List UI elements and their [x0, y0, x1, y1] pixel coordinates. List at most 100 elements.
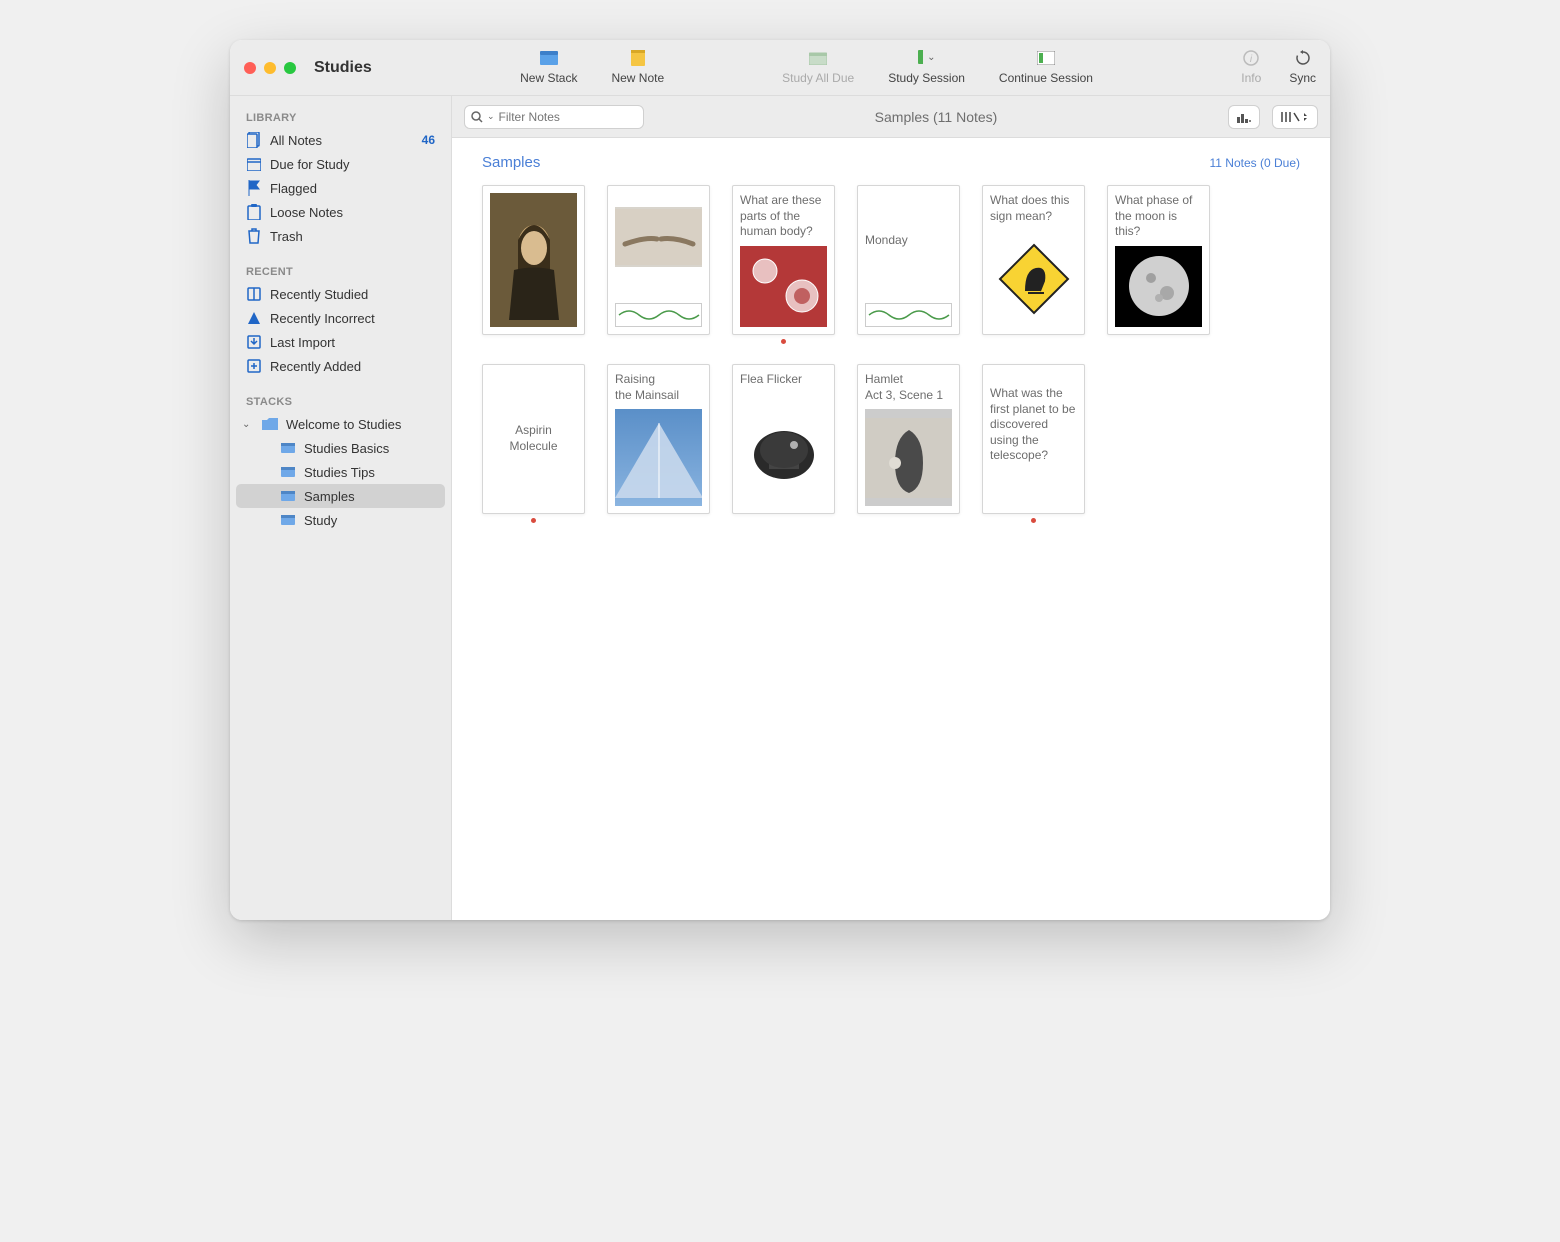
breadcrumb-title: Samples (11 Notes)	[656, 109, 1216, 125]
main-header: ⌄ Samples (11 Notes)	[452, 96, 1330, 138]
zoom-button[interactable]	[284, 62, 296, 74]
info-label: Info	[1241, 71, 1261, 85]
study-session-button[interactable]: ⌄ Study Session	[888, 50, 965, 85]
calendar-icon	[246, 156, 262, 172]
sidebar-item-studies-tips[interactable]: Studies Tips	[236, 460, 445, 484]
sidebar-item-flagged[interactable]: Flagged	[236, 176, 445, 200]
note-card-mona-lisa[interactable]	[482, 185, 585, 335]
chevron-down-icon[interactable]: ⌄	[242, 419, 250, 430]
window-controls	[244, 62, 296, 74]
card-image-2	[615, 303, 702, 327]
chevron-down-icon: ⌄	[487, 111, 495, 122]
sidebar-item-samples[interactable]: Samples	[236, 484, 445, 508]
study-all-due-button[interactable]: Study All Due	[782, 50, 854, 85]
card-image	[990, 230, 1077, 327]
flag-indicator	[1031, 518, 1036, 523]
card-text: What phase of the moon is this?	[1115, 193, 1202, 240]
card-text: What are these parts of the human body?	[740, 193, 827, 240]
warning-icon	[246, 310, 262, 326]
sidebar-item-recently-incorrect[interactable]: Recently Incorrect	[236, 306, 445, 330]
calendar-icon	[809, 50, 827, 66]
view-mode-button[interactable]	[1272, 105, 1318, 129]
minimize-button[interactable]	[264, 62, 276, 74]
sidebar-item-recently-studied[interactable]: Recently Studied	[236, 282, 445, 306]
flag-indicator	[531, 518, 536, 523]
note-card-body-parts[interactable]: What are these parts of the human body?	[732, 185, 835, 335]
new-note-label: New Note	[611, 71, 664, 85]
note-card-mainsail[interactable]: Raising the Mainsail	[607, 364, 710, 514]
sidebar-item-label: Recently Studied	[270, 287, 368, 302]
study-session-label: Study Session	[888, 71, 965, 85]
sidebar-item-loose-notes[interactable]: Loose Notes	[236, 200, 445, 224]
note-card-flea-flicker[interactable]: Flea Flicker	[732, 364, 835, 514]
card-text: Hamlet Act 3, Scene 1	[865, 372, 952, 403]
note-card-creation[interactable]	[607, 185, 710, 335]
sidebar-item-studies-basics[interactable]: Studies Basics	[236, 436, 445, 460]
sidebar-item-study[interactable]: Study	[236, 508, 445, 532]
sidebar-item-label: Last Import	[270, 335, 335, 350]
sidebar: LIBRARY All Notes 46 Due for Study Flagg…	[230, 96, 452, 920]
sidebar-item-label: Flagged	[270, 181, 317, 196]
sidebar-item-label: Due for Study	[270, 157, 350, 172]
sidebar-item-recently-added[interactable]: Recently Added	[236, 354, 445, 378]
filter-search[interactable]: ⌄	[464, 105, 644, 129]
toolbar-center: New Stack New Note Study All Due ⌄	[382, 50, 1232, 85]
notes-icon	[246, 132, 262, 148]
sidebar-item-trash[interactable]: Trash	[236, 224, 445, 248]
card-image	[740, 246, 827, 327]
new-stack-button[interactable]: New Stack	[520, 50, 577, 85]
stack-icon	[540, 50, 558, 66]
stack-header: Samples 11 Notes (0 Due)	[482, 154, 1300, 171]
stack-mini-icon	[280, 440, 296, 456]
library-header: LIBRARY	[236, 108, 445, 128]
stack-mini-icon	[280, 488, 296, 504]
sidebar-item-label: All Notes	[270, 133, 322, 148]
card-image	[490, 193, 577, 327]
card-text: Monday	[865, 233, 952, 249]
stack-mini-icon	[280, 512, 296, 528]
chevron-down-icon: ⌄	[927, 52, 935, 63]
sidebar-item-due-for-study[interactable]: Due for Study	[236, 152, 445, 176]
sync-button[interactable]: Sync	[1289, 50, 1316, 85]
import-icon	[246, 334, 262, 350]
note-icon	[629, 50, 647, 66]
continue-session-button[interactable]: Continue Session	[999, 50, 1093, 85]
note-card-hamlet[interactable]: Hamlet Act 3, Scene 1	[857, 364, 960, 514]
sync-icon	[1294, 50, 1312, 66]
card-image	[740, 394, 827, 506]
sidebar-item-label: Studies Tips	[304, 465, 375, 480]
stack-mini-icon	[280, 464, 296, 480]
card-text: What does this sign mean?	[990, 193, 1077, 224]
card-text: Flea Flicker	[740, 372, 827, 388]
sidebar-item-label: Recently Added	[270, 359, 361, 374]
content-area: Samples 11 Notes (0 Due)	[452, 138, 1330, 920]
note-card-monday[interactable]: Monday	[857, 185, 960, 335]
sidebar-item-label: Samples	[304, 489, 355, 504]
note-card-aspirin[interactable]: Aspirin Molecule	[482, 364, 585, 514]
sidebar-item-label: Recently Incorrect	[270, 311, 375, 326]
close-button[interactable]	[244, 62, 256, 74]
plus-icon	[246, 358, 262, 374]
note-card-moon[interactable]: What phase of the moon is this?	[1107, 185, 1210, 335]
card-image	[865, 303, 952, 327]
filter-input[interactable]	[499, 110, 637, 124]
toolbar: Studies New Stack New Note Study All Due	[230, 40, 1330, 96]
trash-icon	[246, 228, 262, 244]
note-card-sign[interactable]: What does this sign mean?	[982, 185, 1085, 335]
sidebar-item-all-notes[interactable]: All Notes 46	[236, 128, 445, 152]
card-text: Aspirin Molecule	[490, 423, 577, 454]
app-title: Studies	[314, 59, 372, 77]
card-image	[1115, 246, 1202, 327]
flag-indicator	[781, 339, 786, 344]
stats-button[interactable]	[1228, 105, 1260, 129]
sidebar-item-welcome-folder[interactable]: ⌄ Welcome to Studies	[236, 412, 445, 436]
sidebar-item-last-import[interactable]: Last Import	[236, 330, 445, 354]
sidebar-item-label: Welcome to Studies	[286, 417, 401, 432]
new-note-button[interactable]: New Note	[611, 50, 664, 85]
stack-name[interactable]: Samples	[482, 154, 540, 171]
continue-session-label: Continue Session	[999, 71, 1093, 85]
sidebar-item-label: Loose Notes	[270, 205, 343, 220]
info-button[interactable]: i Info	[1241, 50, 1261, 85]
sidebar-item-label: Studies Basics	[304, 441, 389, 456]
note-card-planet[interactable]: What was the first planet to be discover…	[982, 364, 1085, 514]
